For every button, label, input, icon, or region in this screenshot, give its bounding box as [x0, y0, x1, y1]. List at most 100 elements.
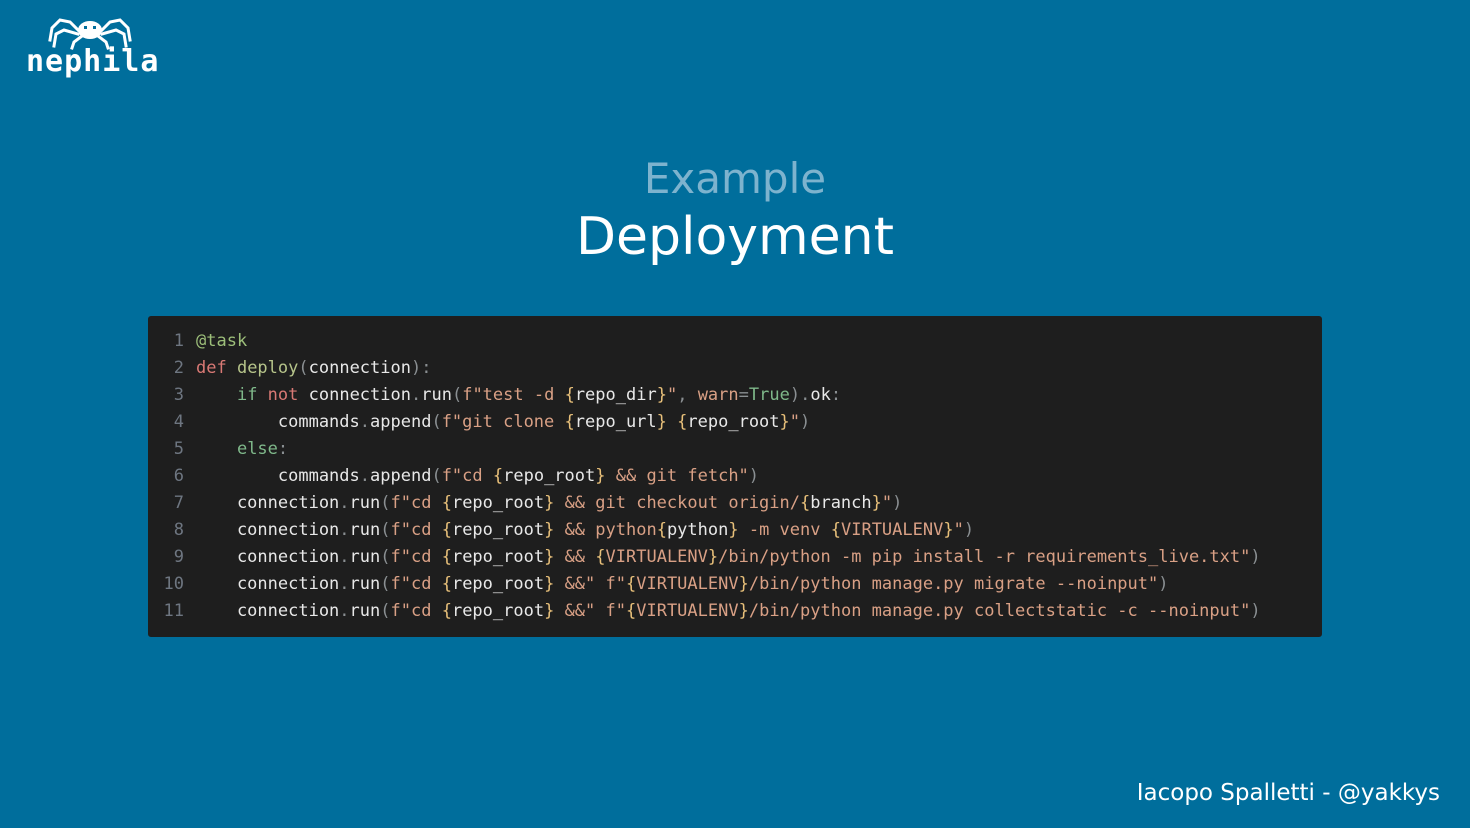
code-token: VIRTUALENV	[840, 520, 944, 540]
code-token: (	[380, 574, 391, 594]
code-token: .	[800, 385, 811, 405]
code-line: 8 connection.run(f"cd {repo_root} && pyt…	[148, 517, 1322, 544]
line-code: def deploy(connection):	[184, 355, 431, 382]
line-number: 1	[173, 331, 184, 351]
code-token: connection	[308, 358, 411, 378]
code-token: /bin/python manage.py collectstatic -c -…	[748, 601, 1251, 621]
code-token: .	[410, 385, 422, 405]
code-token: {	[595, 547, 606, 567]
code-token: }	[544, 493, 555, 513]
code-token: repo_root	[451, 601, 545, 621]
code-token: not	[267, 385, 309, 405]
code-token: VIRTUALENV	[636, 574, 739, 594]
code-line: 10 connection.run(f"cd {repo_root} &&" f…	[148, 571, 1322, 598]
code-token: )	[800, 412, 811, 432]
code-token: .	[339, 520, 350, 540]
code-token: @task	[196, 331, 248, 351]
code-token: append	[370, 466, 432, 486]
code-token: (	[451, 385, 463, 405]
code-token: True	[748, 385, 790, 405]
code-token: {	[625, 574, 637, 594]
code-token: if	[236, 385, 268, 405]
code-token: (	[431, 412, 442, 432]
code-token: &&" f"	[554, 574, 626, 594]
line-number: 10	[163, 574, 184, 594]
code-token: warn	[697, 385, 739, 405]
line-number: 2	[173, 358, 184, 378]
code-token: repo_root	[451, 574, 545, 594]
code-token: {	[656, 520, 667, 540]
line-code: @task	[184, 328, 247, 355]
code-token: }	[656, 412, 667, 432]
code-token: f"cd	[390, 574, 442, 594]
code-token: )	[963, 520, 975, 540]
code-token: else	[236, 439, 278, 459]
code-line: 1 @task	[148, 328, 1322, 355]
code-token: run	[349, 601, 381, 621]
code-token: =	[738, 385, 749, 405]
code-line: 2 def deploy(connection):	[148, 355, 1322, 382]
logo-wordmark: nephila	[26, 44, 160, 79]
code-line: 4 commands.append(f"git clone {repo_url}…	[148, 409, 1322, 436]
code-token: :	[830, 385, 842, 405]
code-token: commands	[196, 466, 360, 486]
code-token: repo_root	[503, 466, 596, 486]
code-token: {	[799, 493, 811, 513]
code-token: python	[666, 520, 729, 540]
code-token: {	[677, 412, 688, 432]
code-token: connection	[196, 493, 340, 513]
code-token: }	[738, 601, 749, 621]
line-number: 6	[173, 466, 184, 486]
code-token: repo_root	[451, 520, 545, 540]
line-number: 11	[163, 601, 184, 621]
code-token: :	[277, 439, 289, 459]
code-token: }	[728, 520, 739, 540]
code-token: )	[789, 385, 801, 405]
code-line: 9 connection.run(f"cd {repo_root} && {VI…	[148, 544, 1322, 571]
code-token: ):	[410, 358, 432, 378]
nephila-logo: nephila	[24, 14, 158, 84]
code-token: -m venv	[738, 520, 831, 540]
line-number: 3	[173, 385, 184, 405]
line-code: connection.run(f"cd {repo_root} && git c…	[184, 490, 902, 517]
line-number: 7	[173, 493, 184, 513]
footer-credit: Iacopo Spalletti - @yakkys	[1136, 780, 1440, 806]
code-token: )	[748, 466, 760, 486]
line-number: 5	[173, 439, 184, 459]
code-token: connection	[308, 385, 411, 405]
slide-header: Example Deployment	[0, 152, 1470, 268]
code-token: {	[441, 520, 452, 540]
code-token: {	[441, 493, 452, 513]
line-code: connection.run(f"cd {repo_root} && pytho…	[184, 517, 974, 544]
code-token: f"git clone	[441, 412, 565, 432]
code-token: /bin/python manage.py migrate --noinput"	[748, 574, 1159, 594]
line-code: connection.run(f"cd {repo_root} &&" f"{V…	[184, 571, 1169, 598]
code-token: (	[380, 520, 391, 540]
code-token: connection	[196, 574, 340, 594]
code-token: "	[666, 385, 678, 405]
code-token: {	[441, 601, 452, 621]
code-token: f"test -d	[462, 385, 565, 405]
code-token: && python	[554, 520, 657, 540]
line-code: connection.run(f"cd {repo_root} && {VIRT…	[184, 544, 1261, 571]
code-token: "	[789, 412, 801, 432]
code-token: /bin/python -m pip install -r requiremen…	[718, 547, 1251, 567]
code-block: 1 @task 2 def deploy(connection): 3 if not c…	[148, 316, 1322, 637]
code-token: )	[1250, 601, 1261, 621]
line-code: connection.run(f"cd {repo_root} &&" f"{V…	[184, 598, 1261, 625]
code-token: {	[441, 547, 452, 567]
code-token: }	[779, 412, 790, 432]
code-token: repo_root	[451, 493, 545, 513]
code-token: f"cd	[390, 493, 442, 513]
code-token: }	[707, 547, 719, 567]
code-token: )	[1158, 574, 1169, 594]
code-token: {	[564, 385, 575, 405]
code-token: run	[349, 574, 381, 594]
code-token: {	[830, 520, 841, 540]
code-token: ,	[677, 385, 698, 405]
code-token: .	[339, 547, 350, 567]
code-token: run	[349, 547, 381, 567]
code-token: }	[544, 520, 555, 540]
